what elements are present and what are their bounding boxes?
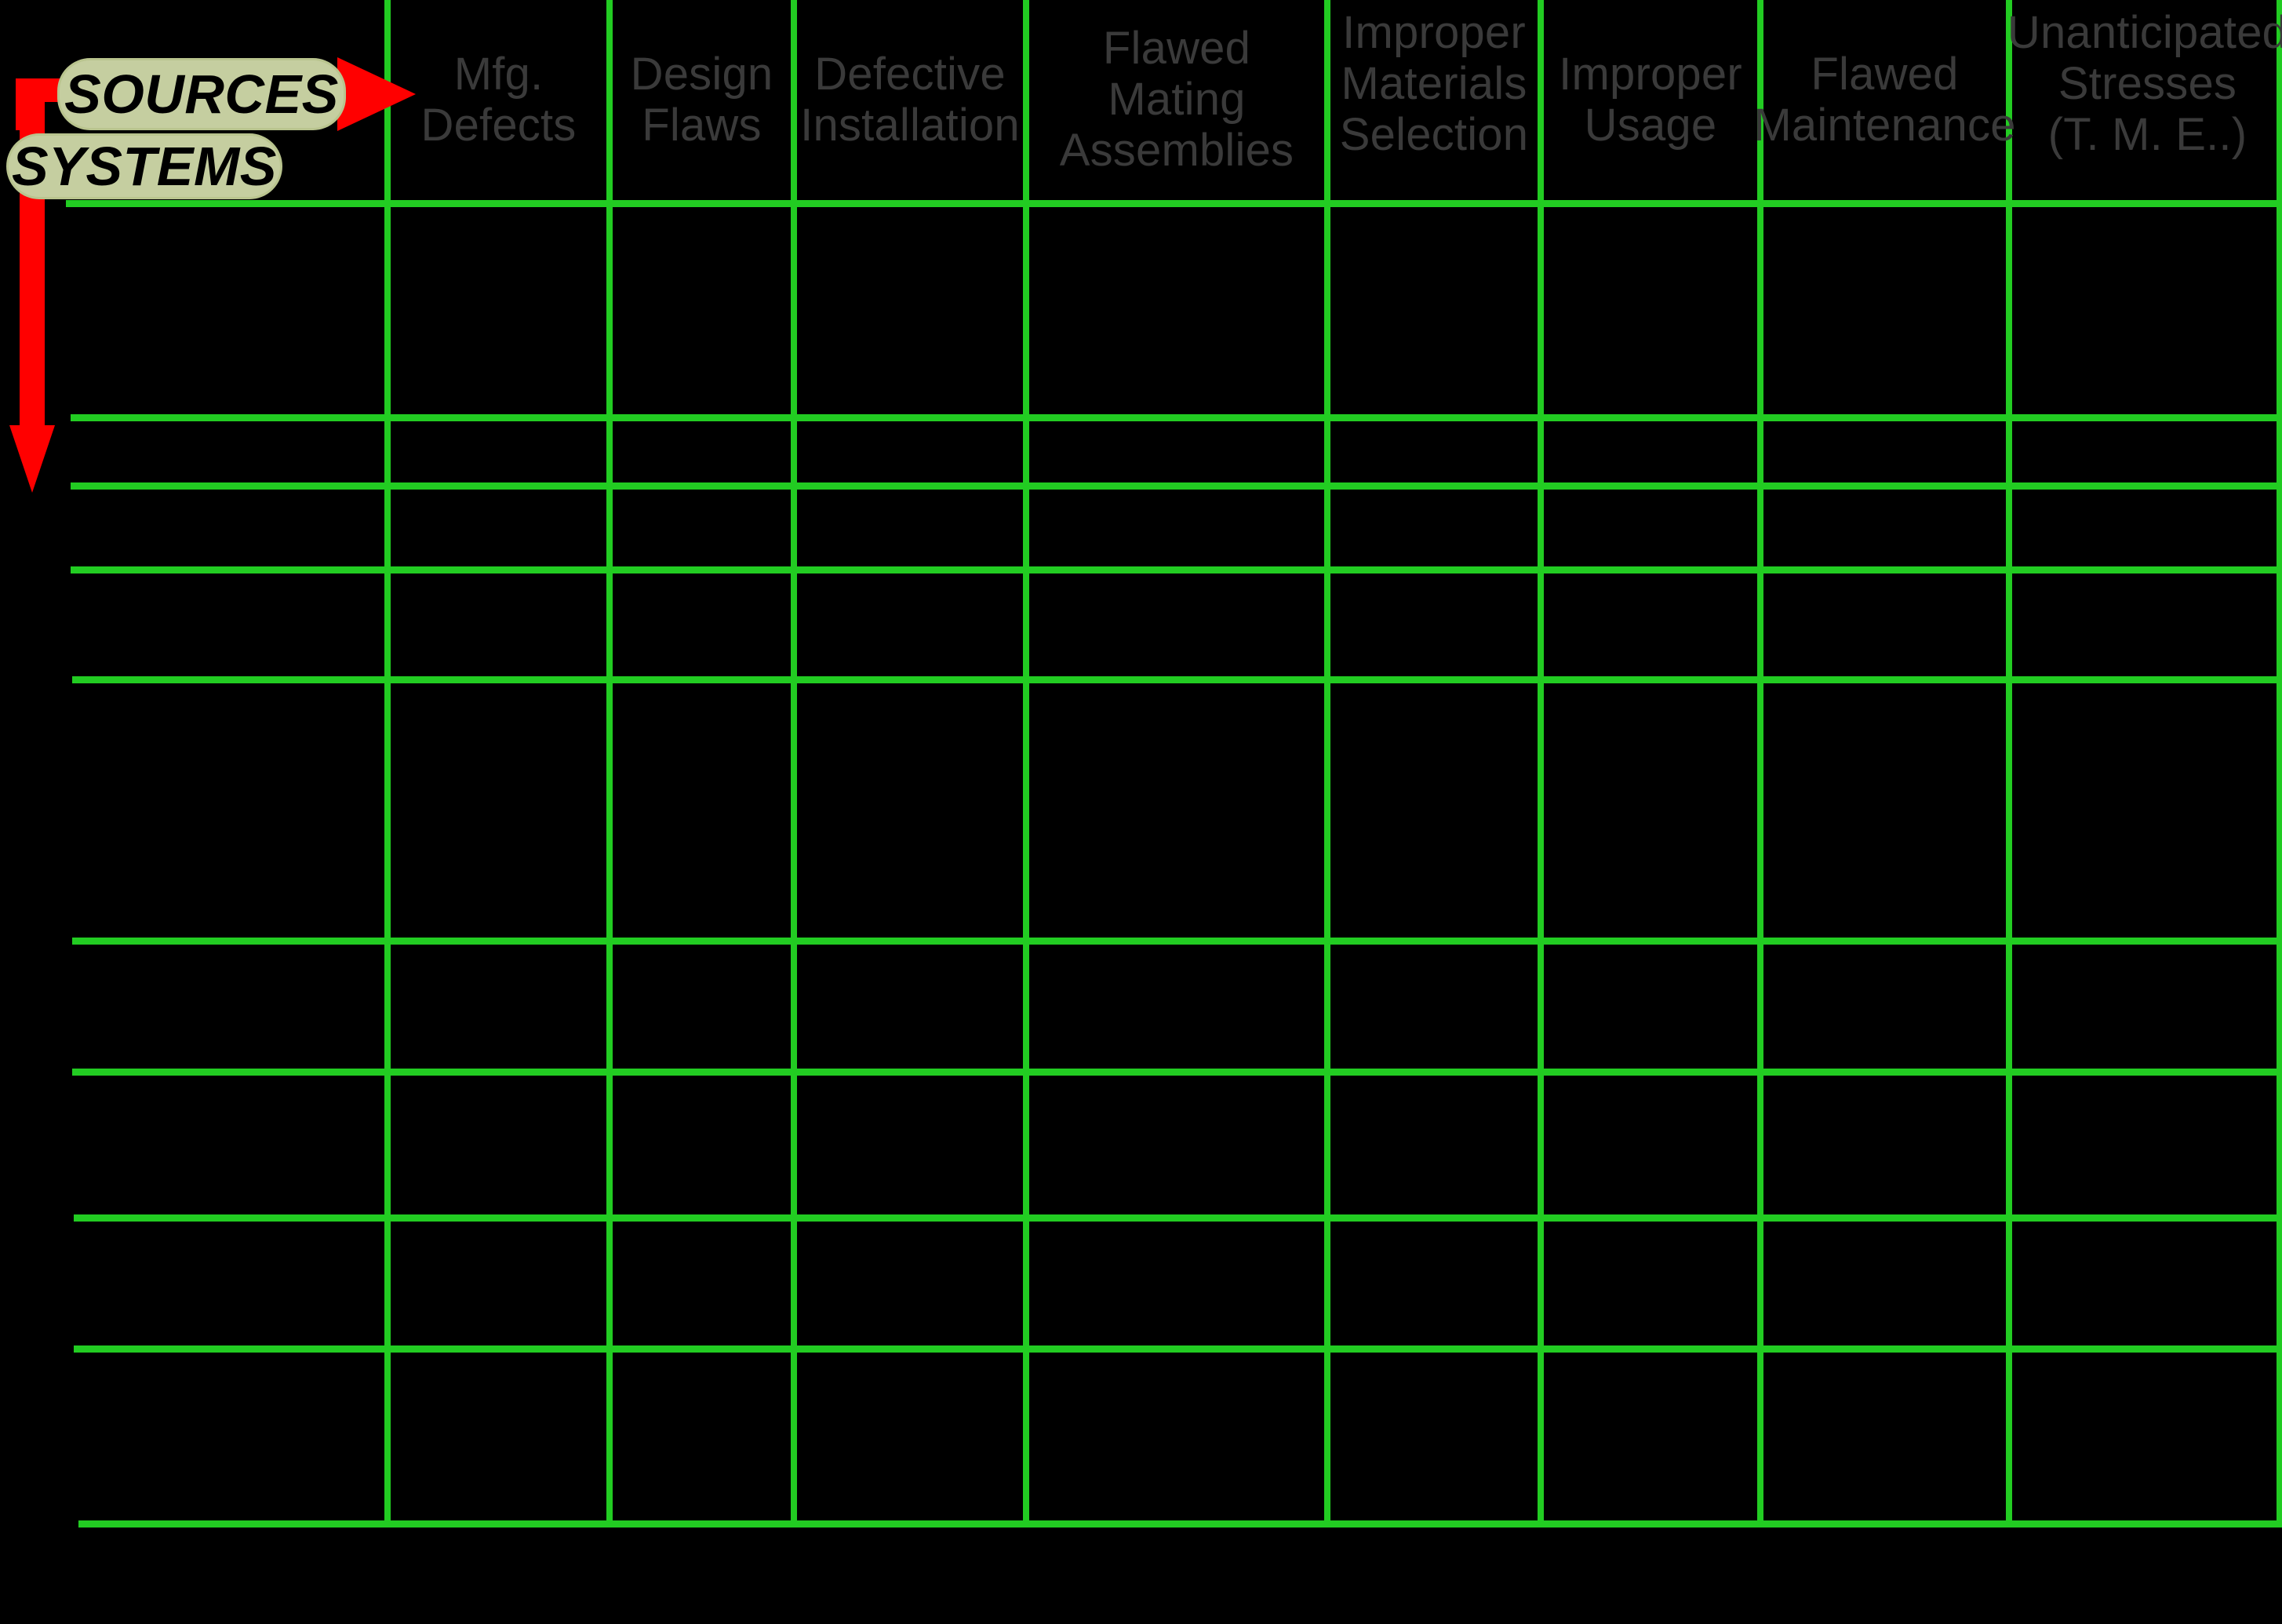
column-header-design-flaws: Design Flaws <box>630 48 773 151</box>
column-divider <box>2006 0 2012 1524</box>
table-bottom-divider <box>78 1520 2282 1528</box>
row-divider <box>72 938 2282 945</box>
column-header-mfg-defects: Mfg. Defects <box>420 48 577 151</box>
column-header-improper-materials-selection: Improper Materials Selection <box>1339 7 1529 160</box>
column-header-improper-usage: Improper Usage <box>1559 48 1742 151</box>
column-divider <box>1538 0 1544 1524</box>
row-divider <box>71 414 2282 421</box>
header-bottom-divider <box>66 200 2282 207</box>
column-header-unanticipated-stresses: Unanticipated Stresses (T. M. E..) <box>2007 7 2282 160</box>
column-divider <box>791 0 797 1524</box>
column-divider <box>384 0 391 1524</box>
column-divider <box>1023 0 1029 1524</box>
row-divider <box>74 1214 2282 1222</box>
row-divider <box>72 1069 2282 1076</box>
column-header-flawed-maintenance: Flawed Maintenance <box>1753 48 2016 151</box>
sources-axis-label: SOURCES <box>57 58 346 130</box>
column-divider <box>1324 0 1330 1524</box>
column-header-flawed-mating-assemblies: Flawed Mating Assemblies <box>1059 23 1294 176</box>
row-divider <box>72 676 2282 683</box>
column-divider <box>1757 0 1763 1524</box>
column-header-defective-installation: Defective Installation <box>800 48 1020 151</box>
matrix-diagram-canvas: Mfg. Defects Design Flaws Defective Inst… <box>0 0 2282 1624</box>
row-divider <box>71 482 2282 490</box>
column-divider <box>2277 0 2282 1524</box>
systems-axis-label: SYSTEMS <box>6 133 282 199</box>
axis-arrows <box>9 57 416 493</box>
row-divider <box>71 566 2282 573</box>
row-divider <box>74 1345 2282 1353</box>
column-divider <box>606 0 613 1524</box>
